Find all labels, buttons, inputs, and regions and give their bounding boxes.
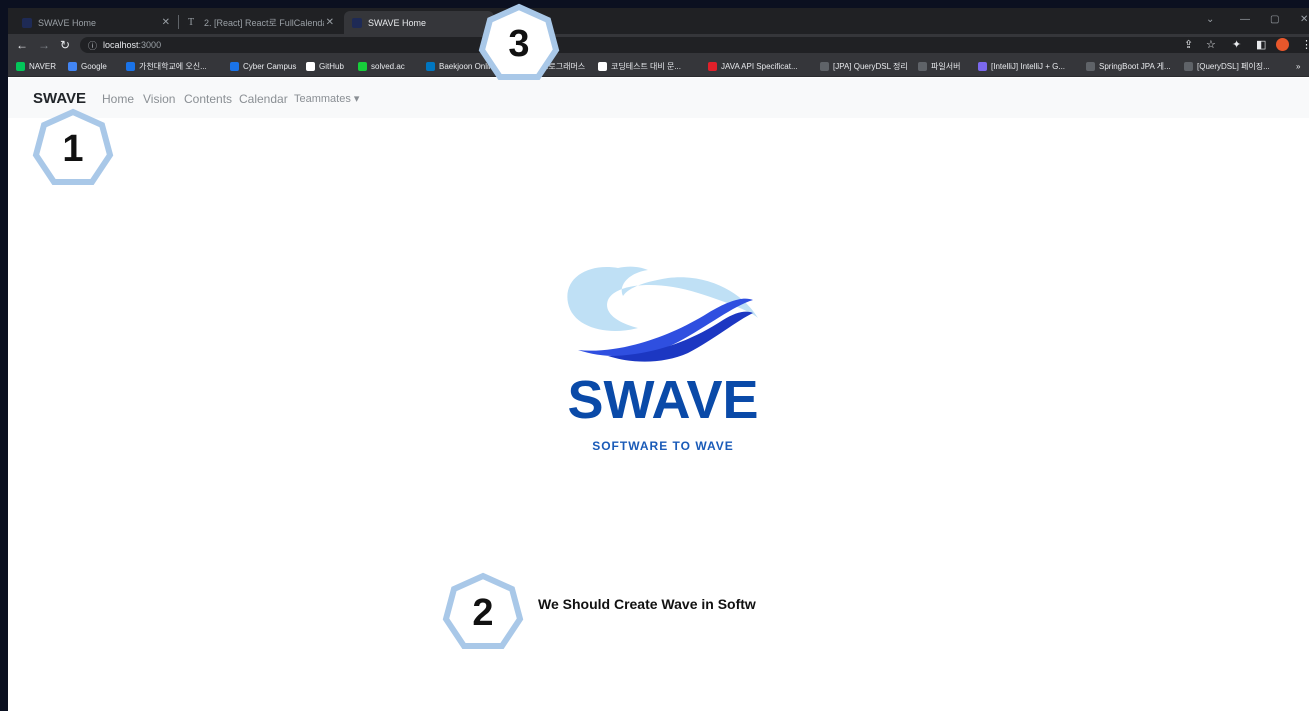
forward-arrow-icon[interactable]: → xyxy=(38,38,50,52)
bookmark-item[interactable]: solved.ac xyxy=(358,59,405,73)
bookmarks-bar: NAVER Google 가천대학교에 오신... Cyber Campus GitHu… xyxy=(8,56,1309,77)
close-tab-icon[interactable]: ✕ xyxy=(326,17,334,28)
swave-favicon-icon xyxy=(22,17,32,28)
browser-toolbar: ← → ↻ ⓘ localhost :3000 ⇪ ☆ ✦ ◧ ⋮ xyxy=(8,34,1309,56)
tab-title: SWAVE Home xyxy=(368,17,427,28)
browser-window: SWAVE Home ✕ T 2. [React] React로 FullCal… xyxy=(8,8,1309,711)
tab-swave-home-1[interactable]: SWAVE Home ✕ xyxy=(14,11,178,34)
tab-strip: SWAVE Home ✕ T 2. [React] React로 FullCal… xyxy=(8,8,1309,34)
tab-title: SWAVE Home xyxy=(38,17,97,28)
callout-badge-2: 2 xyxy=(442,572,524,654)
reload-icon[interactable]: ↻ xyxy=(60,38,70,52)
side-panel-icon[interactable]: ◧ xyxy=(1256,38,1266,51)
bookmark-item[interactable]: 코딩테스트 대비 문... xyxy=(598,59,681,73)
hero-tagline: We Should Create Wave in Softw xyxy=(538,596,756,612)
bookmark-item[interactable]: 가천대학교에 오신... xyxy=(126,59,207,73)
bookmark-item[interactable]: SpringBoot JPA 게... xyxy=(1086,59,1171,73)
tab-react-fullcalendar[interactable]: T 2. [React] React로 FullCalendar ✕ xyxy=(180,11,342,34)
back-arrow-icon[interactable]: ← xyxy=(16,38,28,52)
wave-logo-graphic: SWAVE SOFTWARE TO WAVE xyxy=(567,266,759,453)
nav-home[interactable]: Home xyxy=(102,92,134,106)
tab-divider xyxy=(178,15,179,29)
bookmark-favicon-icon xyxy=(918,61,927,71)
menu-kebab-icon[interactable]: ⋮ xyxy=(1301,38,1309,51)
callout-number: 3 xyxy=(508,22,530,65)
bookmark-label: GitHub xyxy=(319,61,344,71)
callout-number: 1 xyxy=(62,127,84,170)
logo-subtitle: SOFTWARE TO WAVE xyxy=(592,439,734,453)
url-port: :3000 xyxy=(138,40,162,50)
minimize-icon[interactable]: — xyxy=(1240,14,1250,25)
bookmark-label: 가천대학교에 오신... xyxy=(139,61,207,71)
tab-title: 2. [React] React로 FullCalendar xyxy=(204,18,324,28)
site-navbar: SWAVE Home Vision Contents Calendar Team… xyxy=(8,78,1309,118)
bookmark-favicon-icon xyxy=(16,61,25,71)
swave-logo: SWAVE SOFTWARE TO WAVE xyxy=(548,258,778,458)
bookmark-favicon-icon xyxy=(598,61,607,71)
bookmark-label: Cyber Campus xyxy=(243,61,297,71)
bookmark-favicon-icon xyxy=(126,61,135,71)
bookmark-item[interactable]: NAVER xyxy=(16,59,56,73)
nav-calendar[interactable]: Calendar xyxy=(239,92,288,106)
bookmark-item[interactable]: [IntelliJ] IntelliJ + G... xyxy=(978,59,1065,73)
bookmark-item[interactable]: Cyber Campus xyxy=(230,59,296,73)
bookmark-label: [QueryDSL] 페이징... xyxy=(1197,61,1270,71)
bookmark-label: NAVER xyxy=(29,61,56,71)
nav-vision[interactable]: Vision xyxy=(143,92,175,106)
bookmark-item[interactable]: GitHub xyxy=(306,59,344,73)
bookmark-item[interactable]: Google xyxy=(68,59,107,73)
bookmark-favicon-icon xyxy=(708,61,717,71)
bookmark-label: JAVA API Specificat... xyxy=(721,61,798,71)
bookmark-star-icon[interactable]: ☆ xyxy=(1206,38,1216,51)
close-window-icon[interactable]: ✕ xyxy=(1300,14,1308,25)
extensions-icon[interactable]: ✦ xyxy=(1232,38,1241,51)
nav-contents[interactable]: Contents xyxy=(184,92,232,106)
bookmark-favicon-icon xyxy=(230,61,239,71)
callout-badge-1: 1 xyxy=(32,108,114,190)
bookmark-label: solved.ac xyxy=(371,61,405,71)
address-bar[interactable]: ⓘ localhost :3000 xyxy=(80,37,1309,53)
callout-number: 2 xyxy=(472,591,494,634)
bookmark-label: 파일서버 xyxy=(931,61,961,71)
tistory-favicon-icon: T xyxy=(188,16,195,28)
bookmark-favicon-icon xyxy=(1086,61,1095,71)
tab-swave-home-active[interactable]: SWAVE Home xyxy=(344,11,494,34)
bookmark-favicon-icon xyxy=(978,61,987,71)
bookmark-favicon-icon xyxy=(68,61,77,71)
logo-wordmark: SWAVE xyxy=(567,370,758,430)
swave-favicon-icon xyxy=(352,17,362,28)
restore-icon[interactable]: ▢ xyxy=(1270,14,1279,25)
more-bookmarks-button[interactable]: » xyxy=(1296,59,1300,73)
brand-logo-text[interactable]: SWAVE xyxy=(33,90,86,107)
bookmark-favicon-icon xyxy=(358,61,367,71)
profile-avatar[interactable] xyxy=(1276,38,1289,51)
bookmark-label: 코딩테스트 대비 문... xyxy=(611,61,681,71)
bookmark-favicon-icon xyxy=(306,61,315,71)
close-tab-icon[interactable]: ✕ xyxy=(162,17,170,28)
site-info-icon[interactable]: ⓘ xyxy=(88,39,97,52)
url-host: localhost xyxy=(103,40,139,50)
share-icon[interactable]: ⇪ xyxy=(1184,38,1193,51)
bookmark-favicon-icon xyxy=(426,61,435,71)
bookmark-item[interactable]: [QueryDSL] 페이징... xyxy=(1184,59,1270,73)
bookmark-label: [IntelliJ] IntelliJ + G... xyxy=(991,61,1066,71)
callout-badge-3: 3 xyxy=(478,3,560,85)
tab-search-icon[interactable]: ⌄ xyxy=(1206,14,1214,25)
bookmark-item[interactable]: 파일서버 xyxy=(918,59,960,73)
bookmark-label: SpringBoot JPA 게... xyxy=(1099,61,1171,71)
bookmark-favicon-icon xyxy=(1184,61,1193,71)
nav-teammates-dropdown[interactable]: Teammates ▾ xyxy=(294,92,359,105)
bookmark-label: Google xyxy=(81,61,107,71)
bookmark-item[interactable]: [JPA] QueryDSL 정리 xyxy=(820,59,908,73)
bookmark-favicon-icon xyxy=(820,61,829,71)
bookmark-item[interactable]: JAVA API Specificat... xyxy=(708,59,798,73)
bookmark-label: [JPA] QueryDSL 정리 xyxy=(833,61,908,71)
